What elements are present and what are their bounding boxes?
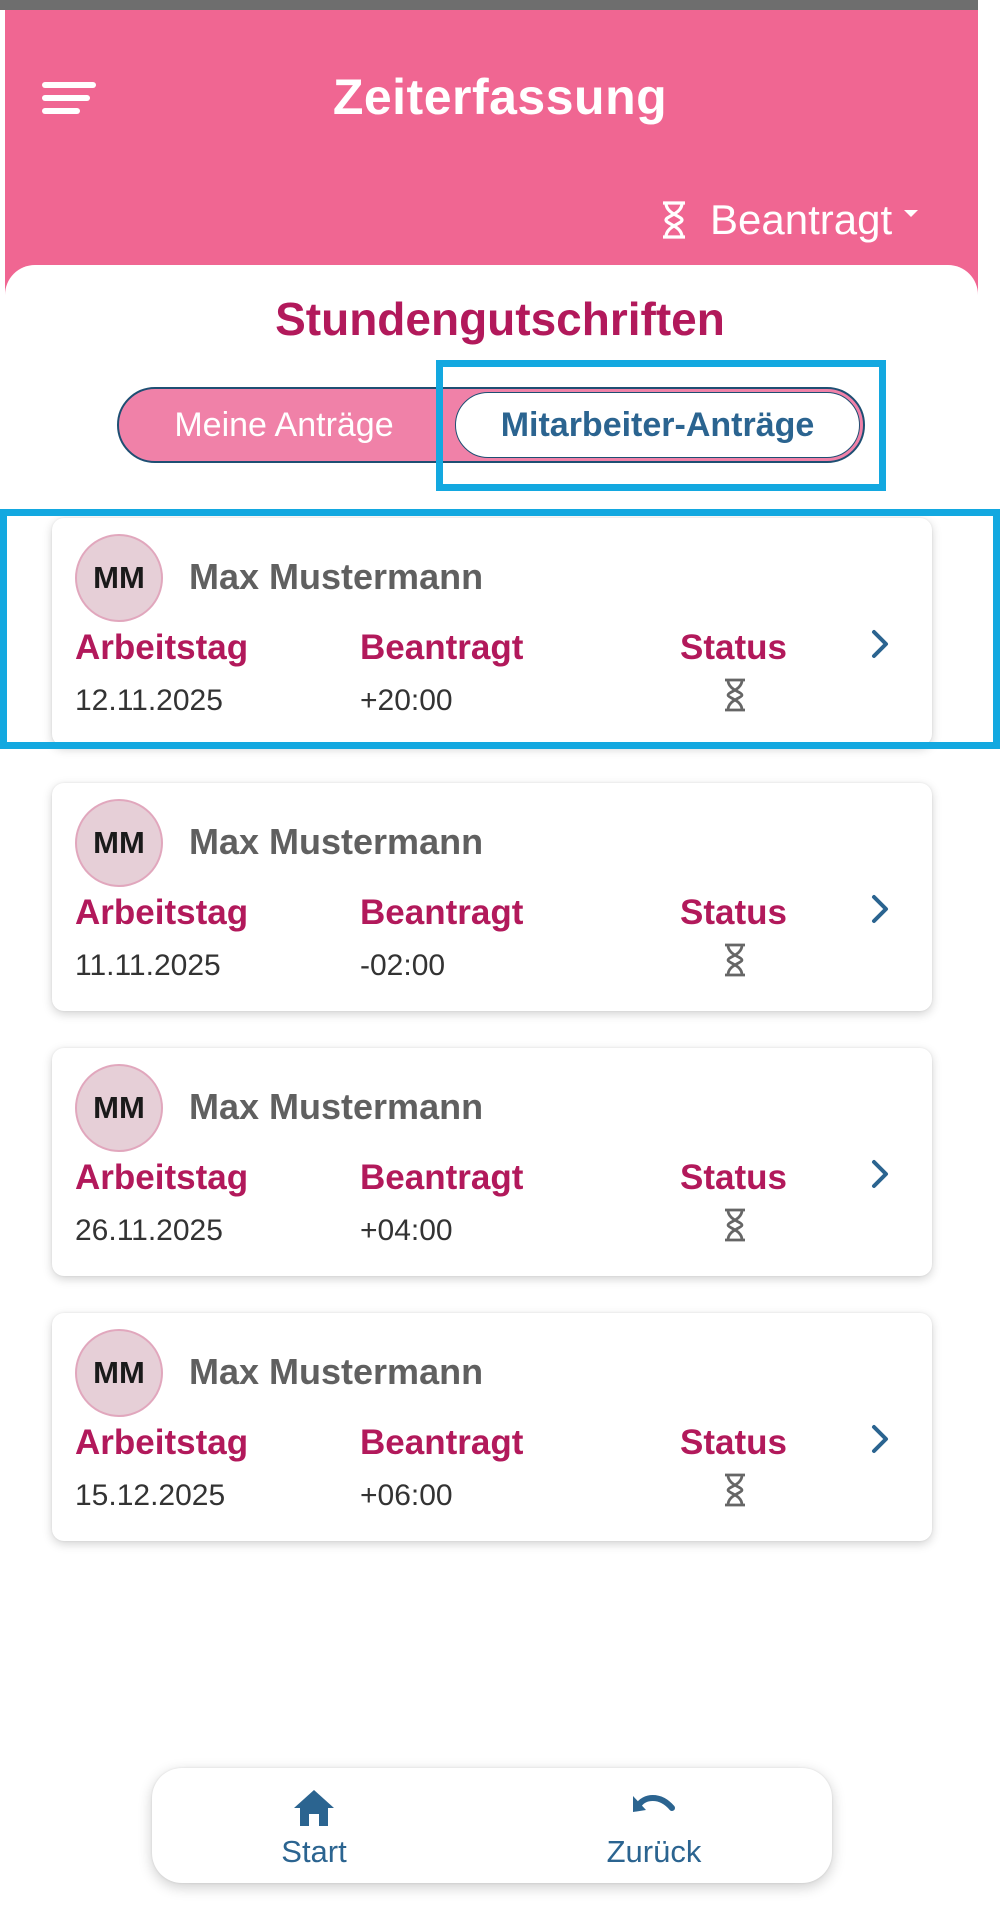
status-filter-dropdown[interactable]: Beantragt: [660, 192, 919, 248]
status-bar: [0, 0, 978, 10]
app-title: Zeiterfassung: [332, 69, 668, 125]
workday-label: Arbeitstag: [75, 893, 249, 932]
chevron-right-icon[interactable]: [867, 889, 893, 929]
requested-value: +06:00: [360, 1479, 453, 1512]
requested-value: +04:00: [360, 1214, 453, 1247]
employee-name: Max Mustermann: [189, 1351, 484, 1392]
highlight-box-tab: [436, 360, 886, 491]
workday-value: 26.11.2025: [75, 1214, 223, 1247]
employee-name: Max Mustermann: [189, 1086, 484, 1127]
tab-my-requests[interactable]: Meine Anträge: [119, 389, 449, 461]
hourglass-icon: [725, 1473, 745, 1507]
hourglass-icon: [725, 1208, 745, 1242]
request-card[interactable]: MM Max Mustermann Arbeitstag Beantragt Statu…: [52, 1048, 932, 1276]
start-button[interactable]: Start: [214, 1768, 414, 1883]
page-title: Stundengutschriften: [275, 293, 725, 345]
undo-icon: [633, 1795, 675, 1812]
caret-down-icon: [904, 209, 919, 217]
bottom-nav: Start Zurück: [152, 1768, 832, 1883]
status-label: Status: [680, 893, 787, 932]
chevron-right-icon[interactable]: [867, 1419, 893, 1459]
hourglass-icon: [663, 201, 685, 239]
status-label: Status: [680, 1423, 787, 1462]
avatar: MM: [75, 799, 163, 887]
workday-label: Arbeitstag: [75, 1423, 249, 1462]
start-label: Start: [281, 1834, 347, 1869]
filter-label: Beantragt: [710, 196, 893, 243]
requested-label: Beantragt: [360, 1158, 524, 1197]
status-label: Status: [680, 1158, 787, 1197]
requested-label: Beantragt: [360, 1423, 524, 1462]
employee-name: Max Mustermann: [189, 821, 484, 862]
back-label: Zurück: [606, 1834, 702, 1869]
workday-label: Arbeitstag: [75, 1158, 249, 1197]
hourglass-icon: [725, 943, 745, 977]
requested-label: Beantragt: [360, 893, 524, 932]
home-icon: [294, 1790, 334, 1826]
request-card[interactable]: MM Max Mustermann Arbeitstag Beantragt Statu…: [52, 783, 932, 1011]
requested-value: -02:00: [360, 949, 446, 982]
avatar: MM: [75, 1064, 163, 1152]
avatar: MM: [75, 1329, 163, 1417]
highlight-box-first-card: [0, 509, 1000, 749]
workday-value: 15.12.2025: [75, 1479, 226, 1512]
workday-value: 11.11.2025: [75, 949, 221, 982]
request-card[interactable]: MM Max Mustermann Arbeitstag Beantragt Statu…: [52, 1313, 932, 1541]
back-button[interactable]: Zurück: [554, 1768, 754, 1883]
chevron-right-icon[interactable]: [867, 1154, 893, 1194]
